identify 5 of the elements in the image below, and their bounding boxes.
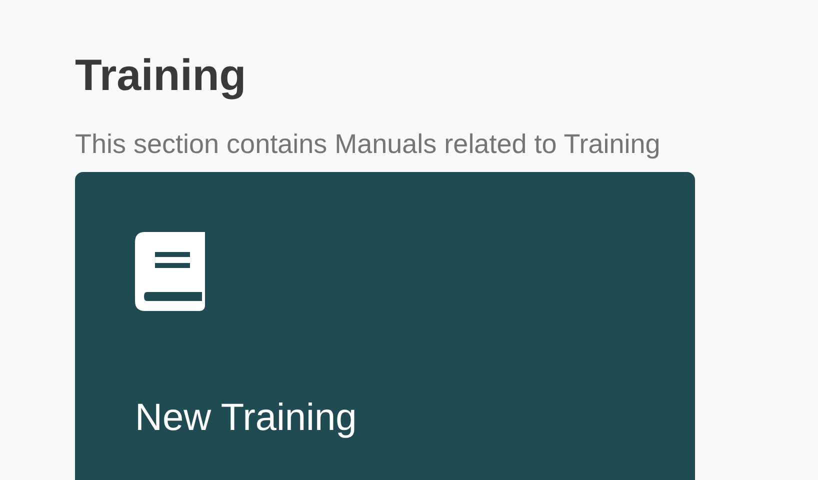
book-icon <box>135 232 205 312</box>
section-description: This section contains Manuals related to Training <box>75 128 662 160</box>
card-title: New Training <box>135 396 357 440</box>
page-title: Training <box>75 50 248 102</box>
manual-card[interactable]: New Training <box>75 172 695 480</box>
